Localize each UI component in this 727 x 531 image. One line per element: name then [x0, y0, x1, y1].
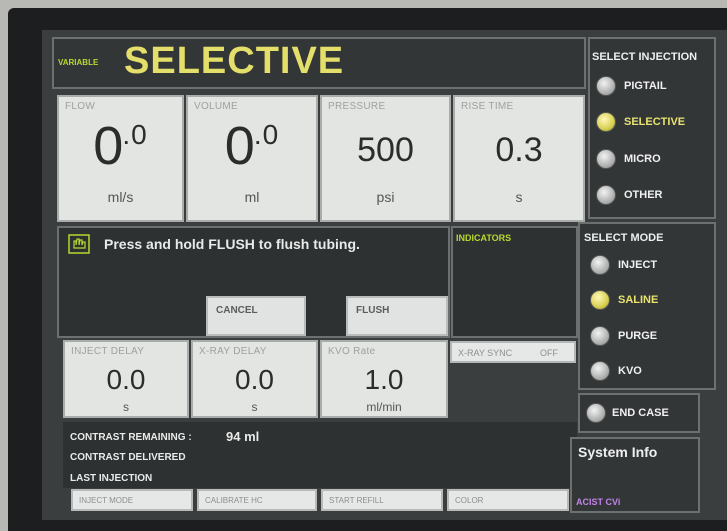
xray-sync-toggle[interactable]: X-RAY SYNC OFF: [450, 341, 576, 363]
radio-icon: [590, 255, 610, 275]
contrast-remaining-value: 94 ml: [226, 429, 260, 444]
volume-unit: ml: [244, 189, 260, 205]
rise-time-value: 0.3: [495, 131, 543, 169]
system-info-label: System Info: [578, 444, 658, 460]
radio-icon: [596, 76, 616, 96]
radio-icon: [596, 185, 616, 205]
kvo-rate-unit: ml/min: [366, 400, 402, 414]
contrast-delivered-label: CONTRAST DELIVERED: [70, 452, 186, 463]
xray-delay-unit: s: [251, 400, 258, 414]
inject-delay-label: INJECT DELAY: [71, 346, 145, 357]
mode-option-inject[interactable]: INJECT: [590, 254, 700, 278]
indicators-label: INDICATORS: [456, 233, 512, 243]
injection-option-label: PIGTAIL: [624, 80, 667, 92]
tab-color[interactable]: COLOR: [447, 489, 569, 511]
flush-button[interactable]: FLUSH: [346, 296, 448, 336]
kvo-rate-tile[interactable]: KVO Rate 1.0 ml/min: [320, 340, 448, 418]
volume-value: 0.0: [224, 116, 280, 176]
rise-time-label: RISE TIME: [461, 101, 514, 112]
radio-icon: [590, 326, 610, 346]
pressure-tile[interactable]: PRESSURE 500 psi: [320, 95, 451, 222]
select-mode-header: SELECT MODE: [584, 232, 664, 244]
mode-option-label: PURGE: [618, 330, 658, 342]
mode-option-saline[interactable]: SALINE: [590, 289, 700, 313]
kvo-rate-label: KVO Rate: [328, 346, 376, 357]
radio-selected-icon: [590, 290, 610, 310]
rise-time-tile[interactable]: RISE TIME 0.3 s: [453, 95, 585, 222]
variable-label: VARIABLE: [58, 58, 99, 67]
injection-option-other[interactable]: OTHER: [596, 184, 706, 208]
mode-option-label: SALINE: [618, 294, 659, 306]
injection-option-pigtail[interactable]: PIGTAIL: [596, 75, 706, 99]
volume-label: VOLUME: [194, 101, 239, 112]
end-case-icon: [586, 403, 606, 423]
brand-logo: ACIST CVi: [576, 497, 621, 507]
pressure-label: PRESSURE: [328, 101, 386, 112]
last-injection-label: LAST INJECTION: [70, 473, 153, 484]
cancel-button[interactable]: CANCEL: [206, 296, 306, 336]
rise-time-unit: s: [515, 189, 523, 205]
xray-sync-label: X-RAY SYNC: [458, 348, 513, 358]
radio-icon: [590, 361, 610, 381]
pressure-unit: psi: [376, 189, 395, 205]
xray-delay-value: 0.0: [235, 364, 274, 395]
mode-option-label: INJECT: [618, 259, 658, 271]
kvo-rate-value: 1.0: [364, 364, 404, 395]
end-case-label: END CASE: [612, 407, 669, 419]
xray-delay-label: X-RAY DELAY: [199, 346, 267, 357]
select-injection-header: SELECT INJECTION: [592, 51, 698, 63]
radio-icon: [596, 149, 616, 169]
mode-option-purge[interactable]: PURGE: [590, 325, 700, 349]
flow-tile[interactable]: FLOW 0.0 ml/s: [57, 95, 184, 222]
injection-option-selective[interactable]: SELECTIVE: [596, 111, 706, 135]
inject-delay-value: 0.0: [106, 364, 146, 395]
mode-option-kvo[interactable]: KVO: [590, 360, 700, 384]
flow-label: FLOW: [65, 101, 96, 112]
mode-option-label: KVO: [618, 365, 642, 377]
flush-instruction-text: Press and hold FLUSH to flush tubing.: [104, 236, 360, 252]
inject-delay-unit: s: [123, 400, 129, 414]
flow-value: 0.0: [93, 116, 148, 176]
pressure-value: 500: [357, 131, 414, 169]
flow-unit: ml/s: [107, 189, 134, 205]
tab-start-refill[interactable]: START REFILL: [321, 489, 443, 511]
inject-delay-tile[interactable]: INJECT DELAY 0.0 s: [63, 340, 189, 418]
mode-title: SELECTIVE: [124, 40, 345, 82]
injection-option-label: OTHER: [624, 189, 663, 201]
xray-delay-tile[interactable]: X-RAY DELAY 0.0 s: [191, 340, 318, 418]
injection-option-micro[interactable]: MICRO: [596, 148, 706, 172]
end-case-button[interactable]: END CASE: [578, 393, 700, 433]
injection-option-label: SELECTIVE: [624, 116, 686, 128]
contrast-remaining-label: CONTRAST REMAINING :: [70, 432, 192, 443]
radio-selected-icon: [596, 112, 616, 132]
volume-tile[interactable]: VOLUME 0.0 ml: [186, 95, 318, 222]
injection-option-label: MICRO: [624, 153, 661, 165]
hand-press-icon: [68, 234, 90, 254]
tab-calibrate-hc[interactable]: CALIBRATE HC: [197, 489, 317, 511]
tab-inject-mode[interactable]: INJECT MODE: [71, 489, 193, 511]
xray-sync-state: OFF: [540, 348, 558, 358]
